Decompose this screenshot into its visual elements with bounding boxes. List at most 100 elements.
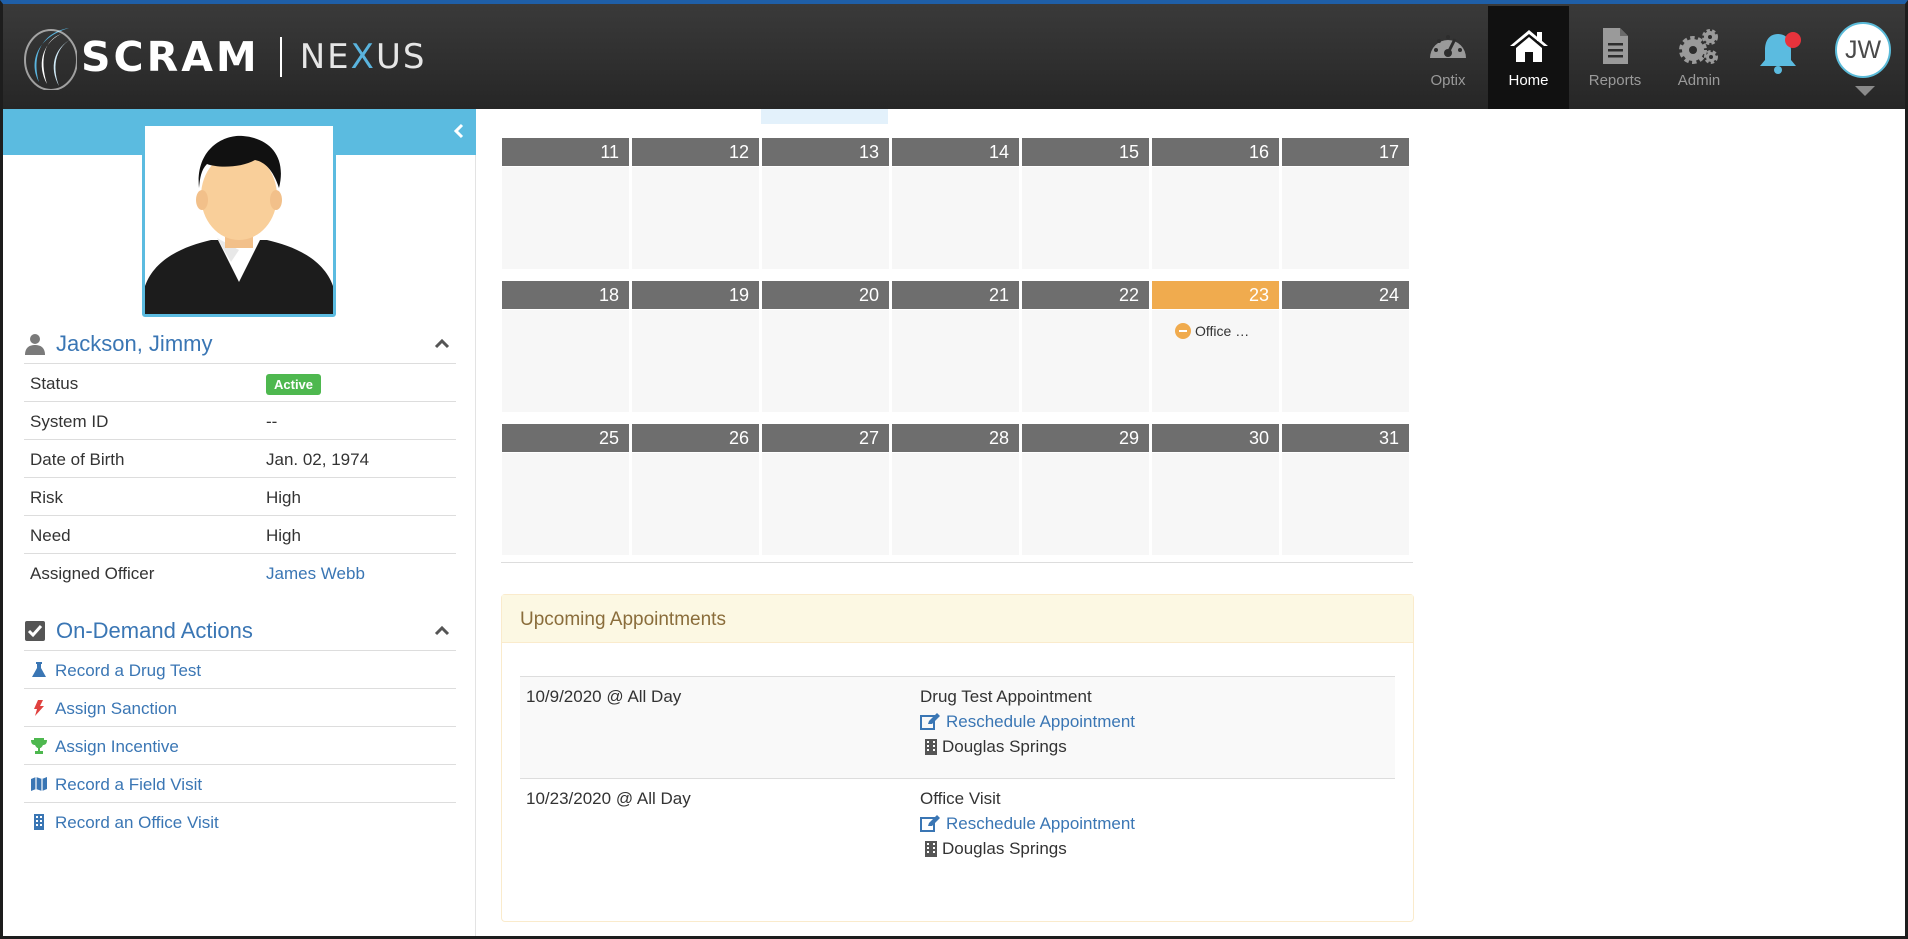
app-window: SCRAM NEXUS Optix Home Reports Admin JW … <box>0 0 1908 939</box>
calendar-day-header-28[interactable]: 28 <box>892 424 1019 452</box>
info-label: Need <box>30 526 71 545</box>
scram-swirl-logo-icon <box>24 28 77 90</box>
status-badge: Active <box>266 374 322 395</box>
person-avatar-image <box>145 126 333 314</box>
calendar-day-header-26[interactable]: 26 <box>632 424 759 452</box>
calendar-day-header-17[interactable]: 17 <box>1282 138 1409 166</box>
on-demand-actions-header: On-Demand Actions <box>24 611 456 651</box>
building-icon <box>925 841 937 857</box>
calendar-day-cell-19[interactable] <box>632 310 759 412</box>
appointment-type: Drug Test Appointment <box>920 687 1092 706</box>
calendar-day-header-31[interactable]: 31 <box>1282 424 1409 452</box>
calendar-day-header-19[interactable]: 19 <box>632 281 759 309</box>
minus-circle-icon <box>1175 323 1191 339</box>
reschedule-appointment-link[interactable]: Reschedule Appointment <box>920 712 1135 732</box>
collapse-sidebar-button[interactable] <box>451 121 467 141</box>
info-row-date-of-birth: Date of Birth Jan. 02, 1974 <box>24 440 456 478</box>
on-demand-actions-title: On-Demand Actions <box>56 617 253 643</box>
chevron-up-icon[interactable] <box>434 623 450 637</box>
calendar-day-header-16[interactable]: 16 <box>1152 138 1279 166</box>
calendar-day-header-21[interactable]: 21 <box>892 281 1019 309</box>
edit-icon <box>920 815 940 832</box>
calendar-day-cell-27[interactable] <box>762 453 889 555</box>
document-icon <box>1603 28 1628 64</box>
notifications-button[interactable] <box>1755 28 1801 78</box>
assign-sanction-link[interactable]: Assign Sanction <box>24 689 456 727</box>
assigned-officer-link[interactable]: James Webb <box>266 564 365 584</box>
top-navigation-bar: SCRAM NEXUS Optix Home Reports Admin JW <box>3 4 1905 109</box>
calendar-day-header-22[interactable]: 22 <box>1022 281 1149 309</box>
calendar-day-cell-28[interactable] <box>892 453 1019 555</box>
calendar-day-header-13[interactable]: 13 <box>762 138 889 166</box>
logo-divider <box>279 37 282 77</box>
nav-reports-label: Reports <box>1588 72 1642 89</box>
calendar-day-cell-29[interactable] <box>1022 453 1149 555</box>
scram-nexus-logo[interactable]: SCRAM NEXUS <box>21 24 426 90</box>
nav-home-label: Home <box>1508 72 1549 89</box>
calendar-day-header-24[interactable]: 24 <box>1282 281 1409 309</box>
info-value: High <box>266 526 301 545</box>
calendar-event-office-visit[interactable]: Office … <box>1175 323 1249 339</box>
calendar-day-cell-18[interactable] <box>502 310 629 412</box>
building-icon <box>34 814 44 830</box>
assign-incentive-link[interactable]: Assign Incentive <box>24 727 456 765</box>
calendar-day-cell-31[interactable] <box>1282 453 1409 555</box>
client-name[interactable]: Jackson, Jimmy <box>56 331 212 357</box>
calendar-event-label: Office … <box>1195 323 1250 339</box>
reschedule-appointment-link[interactable]: Reschedule Appointment <box>920 814 1135 834</box>
calendar-day-cell-11[interactable] <box>502 167 629 269</box>
calendar-day-header-18[interactable]: 18 <box>502 281 629 309</box>
calendar-partial-row-highlight <box>761 109 888 124</box>
calendar-day-header-15[interactable]: 15 <box>1022 138 1149 166</box>
calendar-day-header-23[interactable]: 23 <box>1152 281 1279 309</box>
edit-icon <box>920 713 940 730</box>
calendar-day-cell-25[interactable] <box>502 453 629 555</box>
calendar-day-cell-17[interactable] <box>1282 167 1409 269</box>
calendar-day-header-20[interactable]: 20 <box>762 281 889 309</box>
action-label: Assign Incentive <box>55 737 179 756</box>
upcoming-appointments-panel: Upcoming Appointments 10/9/2020 @ All Da… <box>501 594 1414 922</box>
notification-dot <box>1785 32 1801 48</box>
calendar-day-cell-16[interactable] <box>1152 167 1279 269</box>
appointment-datetime: 10/23/2020 @ All Day <box>526 789 691 808</box>
record-field-visit-link[interactable]: Record a Field Visit <box>24 765 456 803</box>
calendar-day-cell-22[interactable] <box>1022 310 1149 412</box>
appointment-type: Office Visit <box>920 789 1001 808</box>
chevron-down-icon[interactable] <box>1855 86 1875 96</box>
calendar-day-header-14[interactable]: 14 <box>892 138 1019 166</box>
record-office-visit-link[interactable]: Record an Office Visit <box>24 803 456 841</box>
gears-icon <box>1679 29 1718 64</box>
upcoming-appointments-title: Upcoming Appointments <box>502 595 1413 643</box>
client-sidebar: Jackson, Jimmy Status Active System ID -… <box>3 109 476 936</box>
calendar-day-cell-14[interactable] <box>892 167 1019 269</box>
action-label: Record a Field Visit <box>55 775 203 794</box>
chevron-up-icon[interactable] <box>434 336 450 350</box>
calendar-day-cell-12[interactable] <box>632 167 759 269</box>
info-row-assigned-officer: Assigned Officer James Webb <box>24 554 456 592</box>
calendar-day-cell-24[interactable] <box>1282 310 1409 412</box>
calendar-day-header-11[interactable]: 11 <box>502 138 629 166</box>
calendar-day-cell-15[interactable] <box>1022 167 1149 269</box>
calendar-day-header-27[interactable]: 27 <box>762 424 889 452</box>
info-value: High <box>266 488 301 507</box>
info-label: System ID <box>30 412 109 431</box>
info-label: Date of Birth <box>30 450 125 469</box>
month-calendar: 11 12 13 14 15 16 17 18 19 20 21 22 23 24 25 26 27 28 29 30… <box>501 109 1413 563</box>
nav-optix[interactable]: Optix <box>1409 6 1487 109</box>
calendar-day-header-25[interactable]: 25 <box>502 424 629 452</box>
calendar-day-header-12[interactable]: 12 <box>632 138 759 166</box>
nav-admin[interactable]: Admin <box>1659 6 1739 109</box>
calendar-day-header-30[interactable]: 30 <box>1152 424 1279 452</box>
calendar-divider <box>501 562 1413 563</box>
record-drug-test-link[interactable]: Record a Drug Test <box>24 651 456 689</box>
calendar-day-cell-26[interactable] <box>632 453 759 555</box>
nav-home[interactable]: Home <box>1488 6 1569 109</box>
user-icon <box>25 333 45 355</box>
calendar-day-cell-21[interactable] <box>892 310 1019 412</box>
calendar-day-cell-20[interactable] <box>762 310 889 412</box>
calendar-day-cell-30[interactable] <box>1152 453 1279 555</box>
calendar-day-cell-13[interactable] <box>762 167 889 269</box>
user-avatar[interactable]: JW <box>1835 22 1891 78</box>
calendar-day-header-29[interactable]: 29 <box>1022 424 1149 452</box>
nav-reports[interactable]: Reports <box>1573 6 1657 109</box>
